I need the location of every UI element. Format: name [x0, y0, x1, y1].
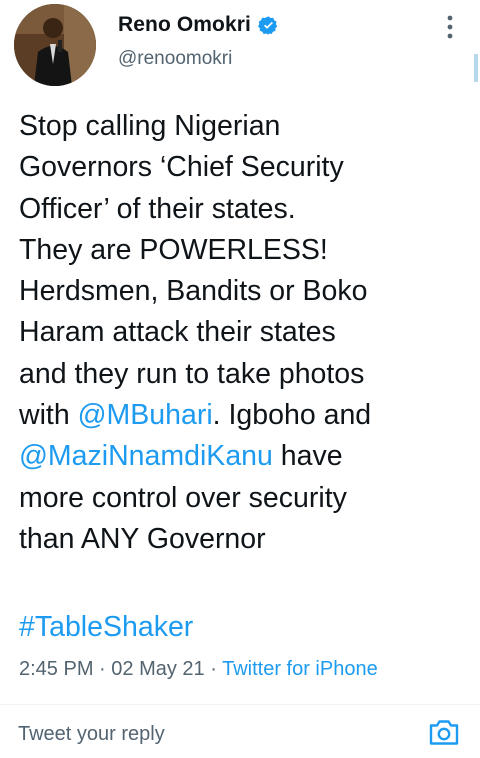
tweet-text-segment: Herdsmen, Bandits or Boko — [19, 275, 368, 308]
avatar[interactable] — [14, 4, 96, 86]
tweet-text-line: with @MBuhari. Igboho and — [19, 395, 469, 436]
tweet-text-segment: Stop calling Nigerian — [19, 110, 281, 142]
tweet-text-line: They are POWERLESS! — [19, 230, 469, 271]
tweet-text-line: @MaziNnamdiKanu have — [19, 436, 469, 477]
hashtag-link[interactable]: #TableShaker — [19, 607, 193, 648]
tweet-text: Stop calling Nigerian Governors ‘Chief Se… — [19, 106, 469, 560]
tweet-date: 02 May 21 — [111, 658, 205, 680]
author-handle[interactable]: @renoomokri — [118, 48, 232, 70]
tweet-text-segment: than ANY Governor — [19, 522, 266, 555]
tweet-text-segment: Governors ‘Chief Security — [19, 151, 344, 184]
tweet-time: 2:45 PM — [19, 658, 94, 680]
tweet-text-segment: They are POWERLESS! — [19, 233, 328, 266]
author-name-row: Reno Omokri — [118, 10, 279, 40]
verified-badge-icon — [257, 15, 279, 36]
mention-link[interactable]: @MaziNnamdiKanu — [19, 440, 273, 472]
tweet-text-line: Herdsmen, Bandits or Boko — [19, 271, 469, 312]
tweet-text-line: Officer’ of their states. — [19, 189, 469, 230]
tweet-meta: 2:45 PM · 02 May 21 · Twitter for iPhone — [19, 658, 378, 681]
reply-bar — [0, 705, 480, 758]
tweet-text-line: Stop calling Nigerian — [19, 106, 469, 147]
camera-icon[interactable] — [428, 717, 460, 747]
tweet-text-segment: have — [272, 440, 343, 473]
reply-input[interactable] — [18, 719, 398, 749]
tweet-text-segment: more control over security — [19, 481, 347, 514]
tweet-text-segment: and they run to take photos — [19, 357, 365, 390]
tweet-text-line: more control over security — [19, 478, 469, 519]
author-display-name[interactable]: Reno Omokri — [118, 13, 251, 37]
tweet-source-link[interactable]: Twitter for iPhone — [222, 658, 378, 680]
tweet-header: Reno Omokri @renoomokri — [0, 0, 480, 96]
tweet-text-line: than ANY Governor — [19, 519, 469, 560]
tweet-text-segment: Haram attack their states — [19, 316, 336, 349]
tweet-text-line: Governors ‘Chief Security — [19, 147, 469, 188]
more-vertical-icon[interactable] — [440, 12, 460, 42]
tweet-text-segment: Officer’ of their states. — [19, 192, 296, 225]
tweet-text-segment: with — [19, 399, 78, 432]
tweet-text-line: and they run to take photos — [19, 354, 469, 395]
meta-separator: · — [204, 658, 223, 680]
scrollbar-thumb[interactable] — [474, 54, 478, 82]
mention-link[interactable]: @MBuhari — [78, 399, 213, 431]
tweet-detail-screen: Reno Omokri @renoomokri Stop calling Nig… — [0, 0, 480, 758]
tweet-text-line: Haram attack their states — [19, 312, 469, 353]
meta-separator: · — [93, 658, 112, 680]
tweet-text-segment: . Igboho and — [212, 399, 372, 432]
